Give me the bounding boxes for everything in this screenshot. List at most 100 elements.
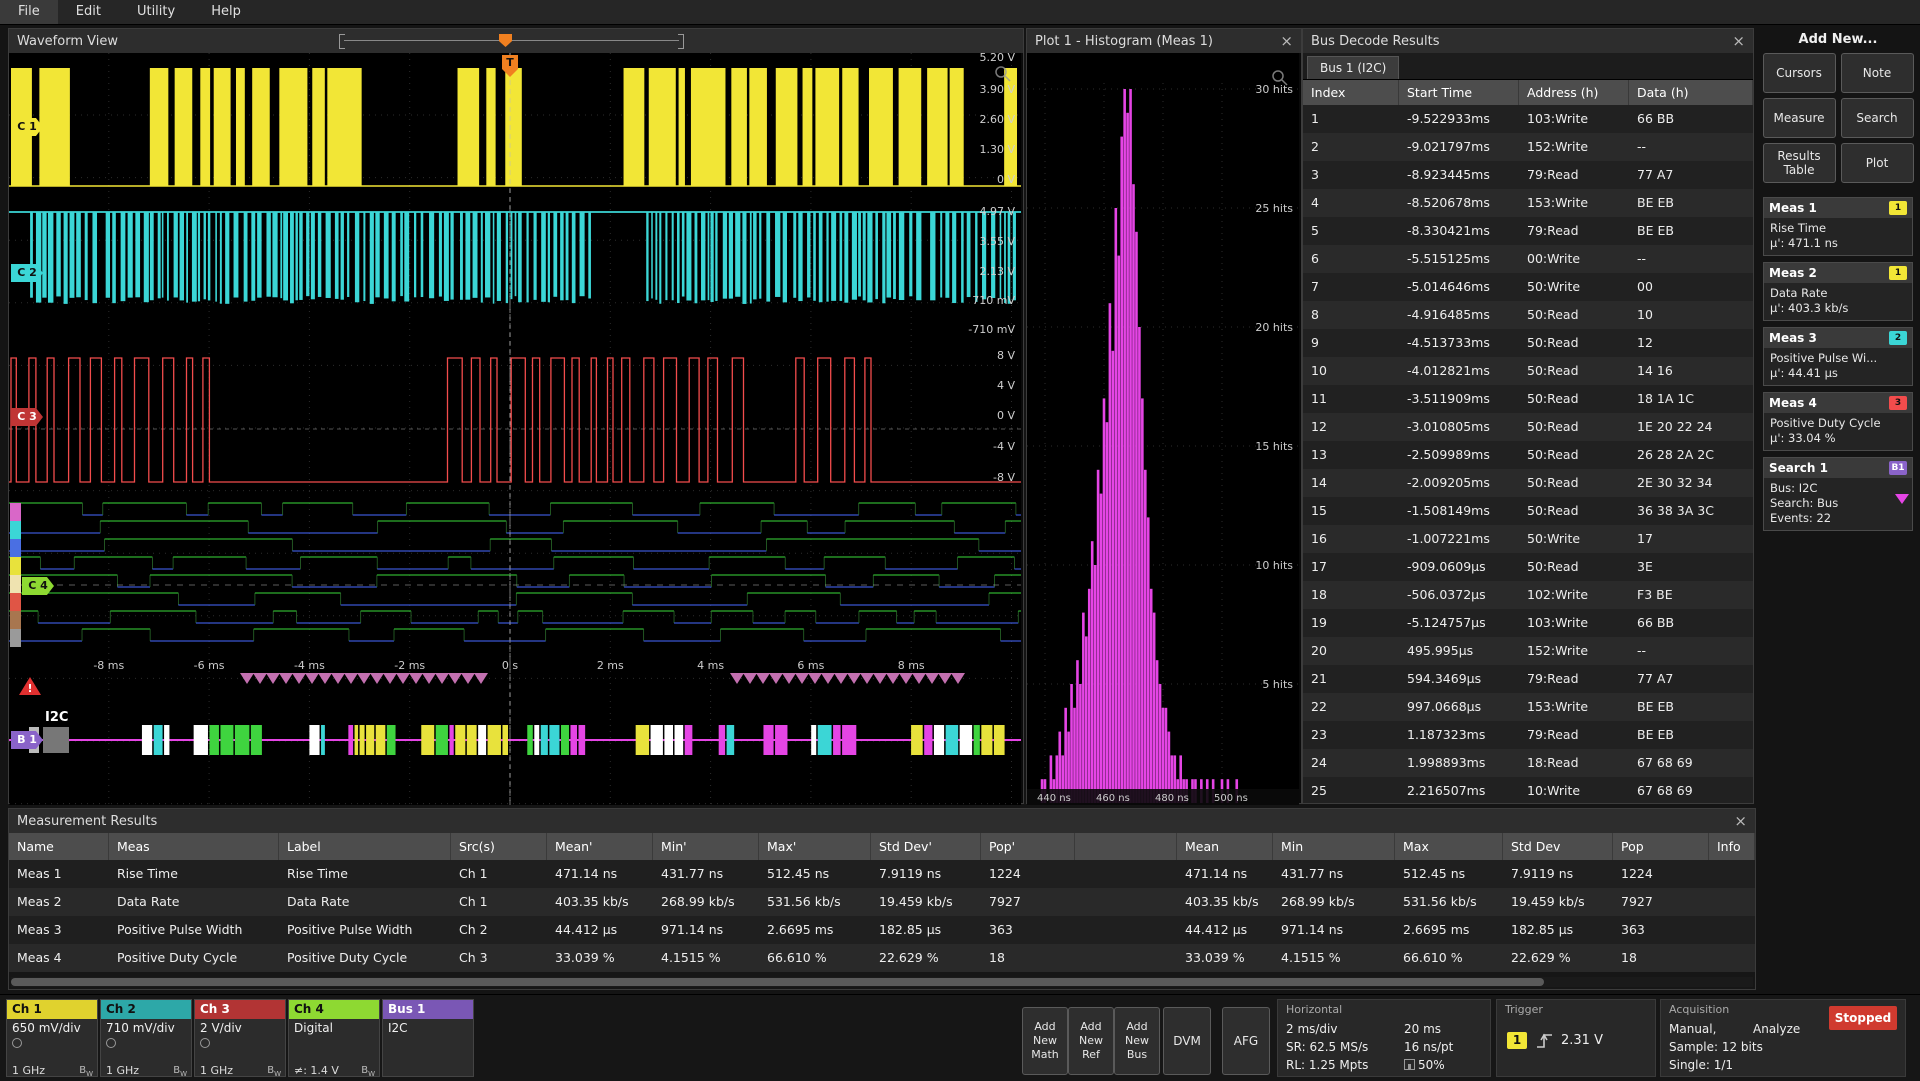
close-icon[interactable]: × xyxy=(1734,814,1747,829)
horizontal-panel[interactable]: Horizontal 2 ms/div 20 ms SR: 62.5 MS/s … xyxy=(1277,999,1491,1077)
bus-decode-row[interactable]: 17-909.0609µs50:Read3E xyxy=(1303,553,1753,581)
measurement-table[interactable]: Meas 1Rise TimeRise TimeCh 1471.14 ns431… xyxy=(9,860,1755,972)
waveform-canvas[interactable]: -8 ms-6 ms-4 ms-2 ms0 s2 ms4 ms6 ms8 ms5… xyxy=(9,53,1021,805)
bus-decode-row[interactable]: 15-1.508149ms50:Read36 38 3A 3C xyxy=(1303,497,1753,525)
add-new-ref-button[interactable]: AddNewRef xyxy=(1068,1007,1114,1075)
channel-badge-ch1[interactable]: Ch 1650 mV/div1 GHzBW xyxy=(6,999,98,1077)
channel-badge-bus1[interactable]: Bus 1I2C xyxy=(382,999,474,1077)
measurement-column-header[interactable]: Pop' xyxy=(981,833,1075,860)
badge-search-1[interactable]: Search 1B1Bus: I2CSearch: BusEvents: 22 xyxy=(1763,457,1913,531)
measurement-column-header[interactable]: Mean' xyxy=(547,833,653,860)
trigger-panel[interactable]: Trigger 1 2.31 V xyxy=(1496,999,1656,1077)
badge-meas-1[interactable]: Meas 11Rise Timeµ': 471.1 ns xyxy=(1763,197,1913,256)
search-button[interactable]: Search xyxy=(1841,98,1914,138)
bus-decode-row[interactable]: 241.998893ms18:Read67 68 69 xyxy=(1303,749,1753,777)
menu-item-utility[interactable]: Utility xyxy=(119,0,193,24)
measurement-column-header[interactable] xyxy=(1075,833,1177,860)
bus-decode-row[interactable]: 7-5.014646ms50:Write00 xyxy=(1303,273,1753,301)
results-table-button[interactable]: Results Table xyxy=(1763,143,1836,183)
measurement-row[interactable]: Meas 4Positive Duty CyclePositive Duty C… xyxy=(9,944,1755,972)
measurement-cell: 66.610 % xyxy=(1395,944,1503,972)
zoom-icon[interactable] xyxy=(994,65,1012,83)
menu-item-file[interactable]: File xyxy=(0,0,58,24)
bus-decode-row[interactable]: 14-2.009205ms50:Read2E 30 32 34 xyxy=(1303,469,1753,497)
measurement-column-header[interactable]: Max' xyxy=(759,833,871,860)
channel-badge-ch2[interactable]: Ch 2710 mV/div1 GHzBW xyxy=(100,999,192,1077)
bus-column-header[interactable]: Data (h) xyxy=(1629,80,1753,105)
measurement-cell xyxy=(1709,916,1755,944)
bus-decode-row[interactable]: 19-5.124757µs103:Write66 BB xyxy=(1303,609,1753,637)
bus-decode-row[interactable]: 8-4.916485ms50:Read10 xyxy=(1303,301,1753,329)
bus-decode-row[interactable]: 5-8.330421ms79:ReadBE EB xyxy=(1303,217,1753,245)
bus-decode-row[interactable]: 2-9.021797ms152:Write-- xyxy=(1303,133,1753,161)
afg-button[interactable]: AFG xyxy=(1222,1007,1270,1075)
tab-bus1-i2c[interactable]: Bus 1 (I2C) xyxy=(1307,56,1399,79)
svg-text:5.20 V: 5.20 V xyxy=(979,53,1015,64)
bus-decode-row[interactable]: 21594.3469µs79:Read77 A7 xyxy=(1303,665,1753,693)
measurement-column-header[interactable]: Std Dev xyxy=(1503,833,1613,860)
dvm-button[interactable]: DVM xyxy=(1163,1007,1211,1075)
bus-decode-cell: 16 xyxy=(1303,525,1399,553)
add-new-math-button[interactable]: AddNewMath xyxy=(1022,1007,1068,1075)
horizontal-position-scrollbar[interactable] xyxy=(339,34,684,47)
measurement-column-header[interactable]: Mean xyxy=(1177,833,1273,860)
svg-text:5 hits: 5 hits xyxy=(1262,678,1293,691)
horizontal-scrollbar[interactable] xyxy=(11,977,1753,987)
measurement-column-header[interactable]: Max xyxy=(1395,833,1503,860)
bus-decode-row[interactable]: 252.216507ms10:Write67 68 69 xyxy=(1303,777,1753,803)
bus-decode-row[interactable]: 22997.0668µs153:WriteBE EB xyxy=(1303,693,1753,721)
measurement-column-header[interactable]: Label xyxy=(279,833,451,860)
measurement-column-header[interactable]: Min' xyxy=(653,833,759,860)
bus-decode-row[interactable]: 16-1.007221ms50:Write17 xyxy=(1303,525,1753,553)
badge-meas-4[interactable]: Meas 43Positive Duty Cycleµ': 33.04 % xyxy=(1763,392,1913,451)
scrollbar-thumb[interactable] xyxy=(11,978,1544,986)
bus-decode-row[interactable]: 3-8.923445ms79:Read77 A7 xyxy=(1303,161,1753,189)
channel-badge-ch3[interactable]: Ch 32 V/div1 GHzBW xyxy=(194,999,286,1077)
close-icon[interactable]: × xyxy=(1732,34,1745,49)
bus-column-header[interactable]: Start Time xyxy=(1399,80,1519,105)
bus-decode-row[interactable]: 6-5.515125ms00:Write-- xyxy=(1303,245,1753,273)
zoom-icon[interactable] xyxy=(1271,69,1289,87)
measurement-column-header[interactable]: Name xyxy=(9,833,109,860)
add-new-bus-button[interactable]: AddNewBus xyxy=(1114,1007,1160,1075)
bus-decode-row[interactable]: 9-4.513733ms50:Read12 xyxy=(1303,329,1753,357)
acquisition-panel[interactable]: Acquisition Manual, Analyze Sample: 12 b… xyxy=(1660,999,1906,1077)
horizontal-position-marker-icon[interactable] xyxy=(499,34,512,47)
bus-decode-row[interactable]: 10-4.012821ms50:Read14 16 xyxy=(1303,357,1753,385)
bus-decode-row[interactable]: 4-8.520678ms153:WriteBE EB xyxy=(1303,189,1753,217)
measurement-column-header[interactable]: Std Dev' xyxy=(871,833,981,860)
measurement-row[interactable]: Meas 1Rise TimeRise TimeCh 1471.14 ns431… xyxy=(9,860,1755,888)
note-button[interactable]: Note xyxy=(1841,53,1914,93)
cursors-button[interactable]: Cursors xyxy=(1763,53,1836,93)
measurement-row[interactable]: Meas 3Positive Pulse WidthPositive Pulse… xyxy=(9,916,1755,944)
bus-decode-table[interactable]: 1-9.522933ms103:Write66 BB2-9.021797ms15… xyxy=(1303,105,1753,803)
bus-column-header[interactable]: Address (h) xyxy=(1519,80,1629,105)
close-icon[interactable]: × xyxy=(1280,34,1293,49)
bus-decode-row[interactable]: 231.187323ms79:ReadBE EB xyxy=(1303,721,1753,749)
measurement-column-header[interactable]: Src(s) xyxy=(451,833,547,860)
badge-meas-3[interactable]: Meas 32Positive Pulse Wi...µ': 44.41 µs xyxy=(1763,327,1913,386)
bus-decode-row[interactable]: 12-3.010805ms50:Read1E 20 22 24 xyxy=(1303,413,1753,441)
waveform-display[interactable]: -8 ms-6 ms-4 ms-2 ms0 s2 ms4 ms6 ms8 ms5… xyxy=(9,53,1021,805)
measurement-column-header[interactable]: Pop xyxy=(1613,833,1709,860)
measurement-column-header[interactable]: Min xyxy=(1273,833,1395,860)
stopped-status-button[interactable]: Stopped xyxy=(1829,1006,1897,1030)
channel-badge-ch4[interactable]: Ch 4Digital≠: 1.4 VBW xyxy=(288,999,380,1077)
button-label-line: New xyxy=(1033,1034,1057,1048)
menu-item-help[interactable]: Help xyxy=(193,0,259,24)
badge-name: Search 1 xyxy=(1769,461,1828,475)
bus-decode-row[interactable]: 18-506.0372µs102:WriteF3 BE xyxy=(1303,581,1753,609)
bus-decode-row[interactable]: 20495.995µs152:Write-- xyxy=(1303,637,1753,665)
bus-column-header[interactable]: Index xyxy=(1303,80,1399,105)
badge-meas-2[interactable]: Meas 21Data Rateµ': 403.3 kb/s xyxy=(1763,262,1913,321)
bus-decode-row[interactable]: 11-3.511909ms50:Read18 1A 1C xyxy=(1303,385,1753,413)
measurement-row[interactable]: Meas 2Data RateData RateCh 1403.35 kb/s2… xyxy=(9,888,1755,916)
plot-button[interactable]: Plot xyxy=(1841,143,1914,183)
bus-decode-row[interactable]: 13-2.509989ms50:Read26 28 2A 2C xyxy=(1303,441,1753,469)
measurement-column-header[interactable]: Info xyxy=(1709,833,1755,860)
measurement-column-header[interactable]: Meas xyxy=(109,833,279,860)
bus-decode-row[interactable]: 1-9.522933ms103:Write66 BB xyxy=(1303,105,1753,133)
measure-button[interactable]: Measure xyxy=(1763,98,1836,138)
histogram-display[interactable]: 5 hits10 hits15 hits20 hits25 hits30 hit… xyxy=(1027,53,1299,805)
menu-item-edit[interactable]: Edit xyxy=(58,0,119,24)
